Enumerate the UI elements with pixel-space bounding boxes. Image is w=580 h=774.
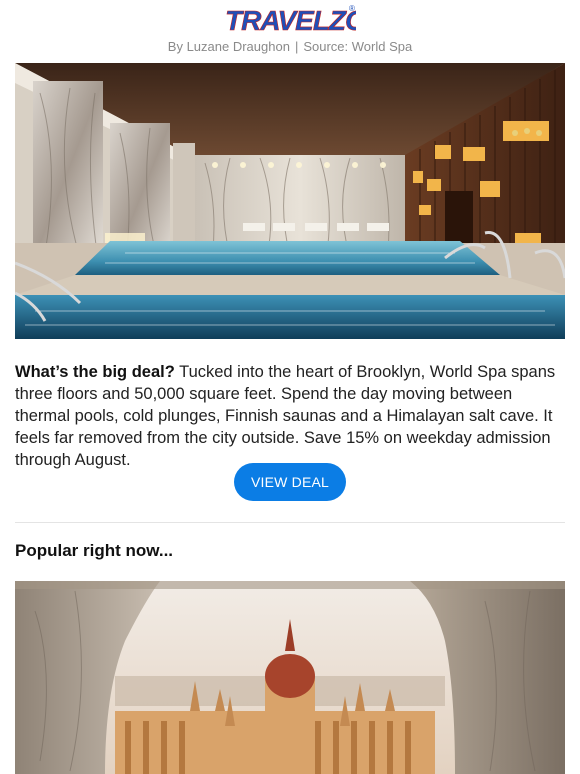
budapest-parliament-illustration bbox=[15, 581, 565, 774]
byline: By Luzane Draughon | Source: World Spa bbox=[0, 40, 580, 54]
header: TRAVELZOO ® bbox=[0, 0, 580, 40]
source-text: Source: World Spa bbox=[303, 39, 413, 54]
hero-image-spa-pool[interactable] bbox=[15, 63, 565, 339]
view-deal-button[interactable]: VIEW DEAL bbox=[234, 463, 346, 501]
author-text: By Luzane Draughon bbox=[167, 39, 290, 54]
deal-description: What’s the big deal? Tucked into the hea… bbox=[15, 361, 567, 471]
travelzoo-logo[interactable]: TRAVELZOO ® bbox=[225, 2, 356, 36]
spa-pool-illustration bbox=[15, 63, 565, 339]
svg-text:TRAVELZOO: TRAVELZOO bbox=[225, 5, 356, 36]
popular-card-image-budapest[interactable] bbox=[15, 581, 565, 774]
popular-section-title: Popular right now... bbox=[15, 541, 174, 560]
byline-separator: | bbox=[294, 39, 299, 54]
deal-heading: What’s the big deal? bbox=[15, 363, 175, 381]
svg-text:®: ® bbox=[349, 4, 355, 13]
section-divider bbox=[15, 522, 565, 523]
